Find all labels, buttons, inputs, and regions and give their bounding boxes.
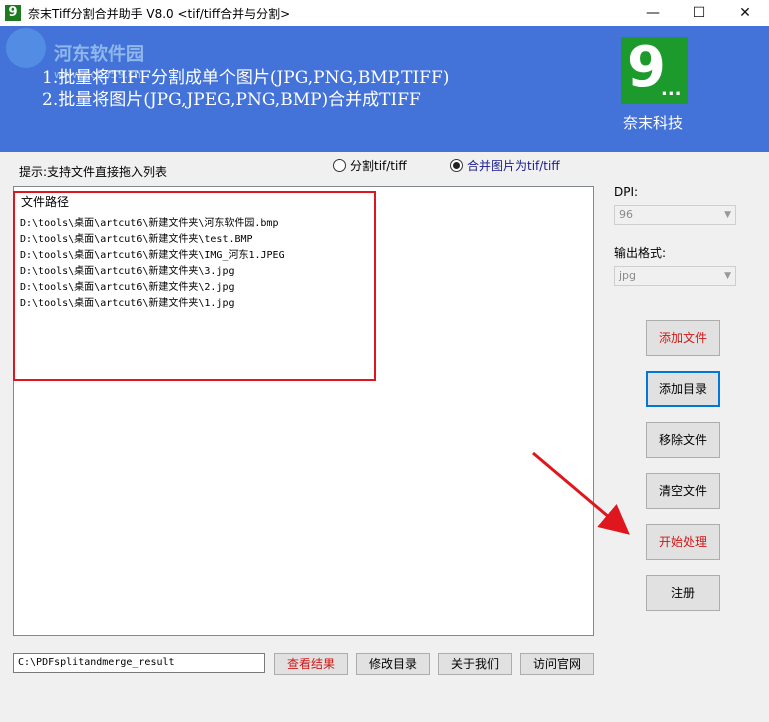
radio-split-indicator[interactable] [333,159,346,172]
drag-hint: 提示:支持文件直接拖入列表 [19,165,168,179]
close-button[interactable]: ✕ [722,0,768,26]
watermark-logo-icon [6,28,46,68]
format-value: jpg [619,269,637,282]
banner-line-2: 2.批量将图片(JPG,JPEG,PNG,BMP)合并成TIFF [42,90,421,110]
clear-files-button[interactable]: 清空文件 [646,473,720,509]
header-banner: 河东软件园 www.pc0359.cn 1.批量将TIFF分割成单个图片(JPG… [0,26,769,152]
brand-name: 奈末科技 [623,114,684,132]
title-bar: 9 奈末Tiff分割合并助手 V8.0 <tif/tiff合并与分割> — ☐ … [0,0,769,26]
brand-logo: 9 ... [621,37,688,104]
dpi-select[interactable]: 96 ▼ [614,205,736,225]
start-processing-button[interactable]: 开始处理 [646,524,720,560]
radio-merge-indicator[interactable] [450,159,463,172]
logo-dots: ... [661,79,682,100]
chevron-down-icon: ▼ [724,210,731,220]
minimize-button[interactable]: — [630,0,676,26]
radio-merge-label: 合并图片为tif/tiff [467,159,560,173]
annotation-arrow-icon [532,451,630,535]
maximize-button[interactable]: ☐ [676,0,722,26]
chevron-down-icon: ▼ [724,271,731,281]
format-label: 输出格式: [614,246,667,260]
radio-split-label: 分割tif/tiff [350,159,407,173]
change-directory-button[interactable]: 修改目录 [356,653,430,675]
highlight-box [13,191,376,381]
register-button[interactable]: 注册 [646,575,720,611]
view-result-button[interactable]: 查看结果 [274,653,348,675]
radio-merge[interactable]: 合并图片为tif/tiff [450,157,560,175]
add-file-button[interactable]: 添加文件 [646,320,720,356]
output-path-field[interactable]: C:\PDFsplitandmerge_result [13,653,265,673]
window-title: 奈末Tiff分割合并助手 V8.0 <tif/tiff合并与分割> [28,7,291,21]
format-select[interactable]: jpg ▼ [614,266,736,286]
radio-split[interactable]: 分割tif/tiff [333,157,407,175]
visit-website-button[interactable]: 访问官网 [520,653,594,675]
about-button[interactable]: 关于我们 [438,653,512,675]
add-directory-button[interactable]: 添加目录 [646,371,720,407]
dpi-label: DPI: [614,185,639,199]
app-icon: 9 [5,5,21,21]
dpi-value: 96 [619,208,633,221]
remove-file-button[interactable]: 移除文件 [646,422,720,458]
